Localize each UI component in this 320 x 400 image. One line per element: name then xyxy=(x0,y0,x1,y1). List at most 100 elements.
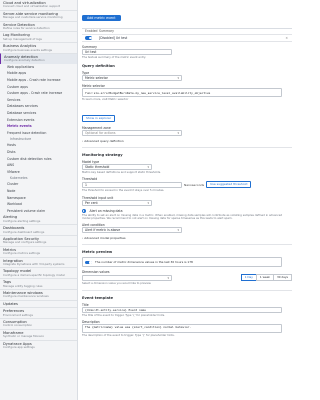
sidebar-item-workload[interactable]: Workload xyxy=(7,201,74,208)
sidebar-group-subtitle: Manage and configure settings xyxy=(3,241,47,245)
sidebar-group-log-monitoring[interactable]: Log Monitoring Set up management of logs xyxy=(0,31,77,42)
advanced-query-expander[interactable]: ›Advanced query definition xyxy=(82,139,292,143)
summary-help: The textual summary of the metric event … xyxy=(82,55,146,59)
management-zone-select[interactable]: Optional for actions ▾ xyxy=(82,129,182,136)
tab-30-days[interactable]: 30 days xyxy=(272,274,292,282)
sidebar-group-consumption[interactable]: Consumption Control consumption xyxy=(0,318,77,329)
sidebar-item-mobile-apps-crash-rate-increase[interactable]: Mobile apps - Crash rate increase xyxy=(7,77,74,84)
sidebar-group-subtitle: Configure app settings xyxy=(3,346,35,350)
sidebar-group-subtitle: Configure business events settings xyxy=(3,48,52,52)
show-in-explorer-button[interactable]: Show in explorer xyxy=(82,114,116,122)
sidebar-item-web-applications[interactable]: Web applications xyxy=(7,64,74,71)
sidebar-item-disks[interactable]: Disks xyxy=(7,149,74,156)
chevron-down-icon: ▾ xyxy=(147,200,149,205)
sidebar-group-subtitle: Configure dashboard settings xyxy=(3,230,45,234)
threshold-help: The threshold to exceed in the event it … xyxy=(82,188,165,193)
sidebar-group-monaframe[interactable]: Monaframe Synthetic or manage Monaco xyxy=(0,328,77,340)
tab-1-day[interactable]: 1 Day xyxy=(240,274,257,282)
title-help: The title of the event to trigger. Type … xyxy=(82,312,165,317)
metric-event-editor: Add metric event Enabled Summary [Disabl… xyxy=(78,0,299,400)
sidebar-group-subtitle: Synthetic or manage Monaco xyxy=(3,335,45,339)
sidebar-group-subtitle: Manage entity tagging rules xyxy=(3,284,43,288)
sidebar-item-services[interactable]: Services xyxy=(7,97,74,104)
metric-preview-info: The number of metric dimensions values i… xyxy=(82,257,282,268)
sidebar-group-maintenance-windows[interactable]: Maintenance windows Configure maintenance… xyxy=(0,289,77,300)
sidebar-item-cluster[interactable]: Cluster xyxy=(7,181,74,188)
sidebar-group-cloud-and-virtualization[interactable]: Cloud and virtualization Connect cloud an… xyxy=(0,0,77,10)
preview-toggle[interactable] xyxy=(85,260,92,265)
advanced-model-label: Advanced model properties xyxy=(84,236,126,241)
add-metric-event-button[interactable]: Add metric event xyxy=(82,15,121,21)
chevron-down-icon: ▾ xyxy=(177,76,179,81)
dimension-values-select[interactable]: ▾ xyxy=(82,274,172,281)
sidebar-group-integration[interactable]: Integration Integrate Dynatrace with 3rd-… xyxy=(0,256,77,268)
sidebar-item-hosts[interactable]: Hosts xyxy=(7,142,74,149)
metric-selector-value: func:slo.errorBudgetBurnRate.my_new_serv… xyxy=(85,90,211,95)
sidebar-group-business-analytics[interactable]: Business Analytics Configure business eve… xyxy=(0,42,77,53)
sidebar-group-dashboards[interactable]: Dashboards Configure dashboard settings xyxy=(0,224,77,235)
alert-missing-data-radio[interactable] xyxy=(82,208,86,213)
sidebar-group-server-side-service-monitoring[interactable]: Server-side service monitoring Manage and… xyxy=(0,9,77,21)
model-type-help: Metric-key based definitions and support… xyxy=(82,169,161,174)
type-select-value: Metric selector xyxy=(85,76,108,81)
sidebar-group-subtitle: Manage and customize service monitoring xyxy=(3,16,63,20)
summary-input-value: Uri test xyxy=(85,50,97,54)
model-type-select[interactable]: Static threshold ▾ xyxy=(82,163,152,170)
sidebar-item-aws[interactable]: AWS xyxy=(7,162,74,169)
sidebar-item-extension-events[interactable]: Extension events xyxy=(7,117,74,124)
event-template-heading: Event template xyxy=(82,295,114,300)
event-enabled-toggle[interactable] xyxy=(85,36,92,40)
sidebar-item-frequent-issue-detection[interactable]: Frequent issue detection xyxy=(7,130,74,137)
sidebar-item-vmware[interactable]: VMware xyxy=(7,169,74,176)
sidebar-group-service-detection[interactable]: Service Detection Define rules for servic… xyxy=(0,20,77,32)
description-input[interactable]: The {metricname} value was {alert_condit… xyxy=(82,324,282,334)
table-row[interactable]: [Disabled] Uri test × xyxy=(82,35,292,42)
sidebar-group-tags[interactable]: Tags Manage entity tagging rules xyxy=(0,278,77,289)
sidebar-item-custom-disk-detection-rules[interactable]: Custom disk detection rules xyxy=(7,156,74,163)
sidebar-group-alerting[interactable]: Alerting Configure alerting settings xyxy=(0,214,77,224)
sidebar-group-preferences[interactable]: Preferences Environment settings xyxy=(0,307,77,318)
use-suggested-threshold-button[interactable]: Use suggested threshold xyxy=(206,181,252,189)
sidebar-item-database-services[interactable]: Database services xyxy=(7,110,74,117)
preview-timeframe-tabs: 1 Day 1 week 30 days xyxy=(240,274,292,282)
metric-selector-help: To learn more, visit Metric selector xyxy=(82,97,129,102)
sidebar-group-anomaly-detection[interactable]: Anomaly detection Configure anomaly dete… xyxy=(0,53,77,64)
sidebar-group-updates[interactable]: Updates xyxy=(0,299,77,307)
sidebar-group-subtitle: Define rules for service detection xyxy=(3,27,50,31)
advanced-model-expander[interactable]: ›Advanced model properties xyxy=(82,236,292,240)
sidebar-group-topology-model[interactable]: Topology model Configure a domain-specifi… xyxy=(0,267,77,278)
sidebar-group-subtitle: Control consumption xyxy=(3,324,33,328)
title-input[interactable]: {dims:dt.entity.service} Event name xyxy=(82,306,282,313)
chevron-down-icon: ▾ xyxy=(167,275,169,280)
metric-selector-input[interactable]: func:slo.errorBudgetBurnRate.my_new_serv… xyxy=(82,88,282,98)
alert-condition-select[interactable]: Alert if metric is above ▾ xyxy=(82,227,182,234)
threshold-value: 1 xyxy=(85,182,87,187)
sidebar-item-namespace[interactable]: Namespace xyxy=(7,195,74,202)
settings-app: Cloud and virtualization Connect cloud an… xyxy=(0,0,299,400)
sidebar-group-subtitle: Configure anomaly detection xyxy=(4,59,45,63)
sidebar-group-metrics[interactable]: Metrics Configure metrics settings xyxy=(0,245,77,257)
advanced-query-label: Advanced query definition xyxy=(84,138,124,143)
sidebar-group-dynatrace-apps[interactable]: Dynatrace Apps Configure app settings xyxy=(0,339,77,351)
settings-sidebar: Cloud and virtualization Connect cloud an… xyxy=(0,0,78,400)
tab-1-week[interactable]: 1 week xyxy=(255,274,274,282)
sidebar-group-title: Updates xyxy=(3,301,18,306)
remove-event-icon[interactable]: × xyxy=(285,35,288,41)
type-select[interactable]: Metric selector ▾ xyxy=(82,75,182,82)
preview-info-text: The number of metric dimensions values i… xyxy=(95,260,193,265)
sidebar-group-subtitle: Configure alerting settings xyxy=(3,219,41,223)
sidebar-item-custom-apps[interactable]: Custom apps xyxy=(7,84,74,91)
metric-preview-heading: Metric preview xyxy=(82,250,113,255)
sidebar-item-metric-events[interactable]: Metric events xyxy=(7,123,74,130)
sidebar-item-mobile-apps[interactable]: Mobile apps xyxy=(7,70,74,77)
sidebar-item-custom-apps-crash-rate-increase[interactable]: Custom apps - Crash rate increase xyxy=(7,90,74,97)
threshold-input-unit-value: Per cent xyxy=(85,200,98,205)
sidebar-item-databases-services[interactable]: Databases services xyxy=(7,103,74,110)
sidebar-group-subtitle: Set up management of logs xyxy=(3,37,42,41)
threshold-input[interactable]: 1 xyxy=(82,181,182,188)
sidebar-item-node[interactable]: Node xyxy=(7,188,74,195)
threshold-input-unit-select[interactable]: Per cent ▾ xyxy=(82,199,152,206)
alert-condition-value: Alert if metric is above xyxy=(85,228,121,233)
sidebar-group-application-security[interactable]: Application Security Manage and configure… xyxy=(0,234,77,246)
sidebar-item-persistent-volume-claim[interactable]: Persistent volume claim xyxy=(7,208,74,215)
